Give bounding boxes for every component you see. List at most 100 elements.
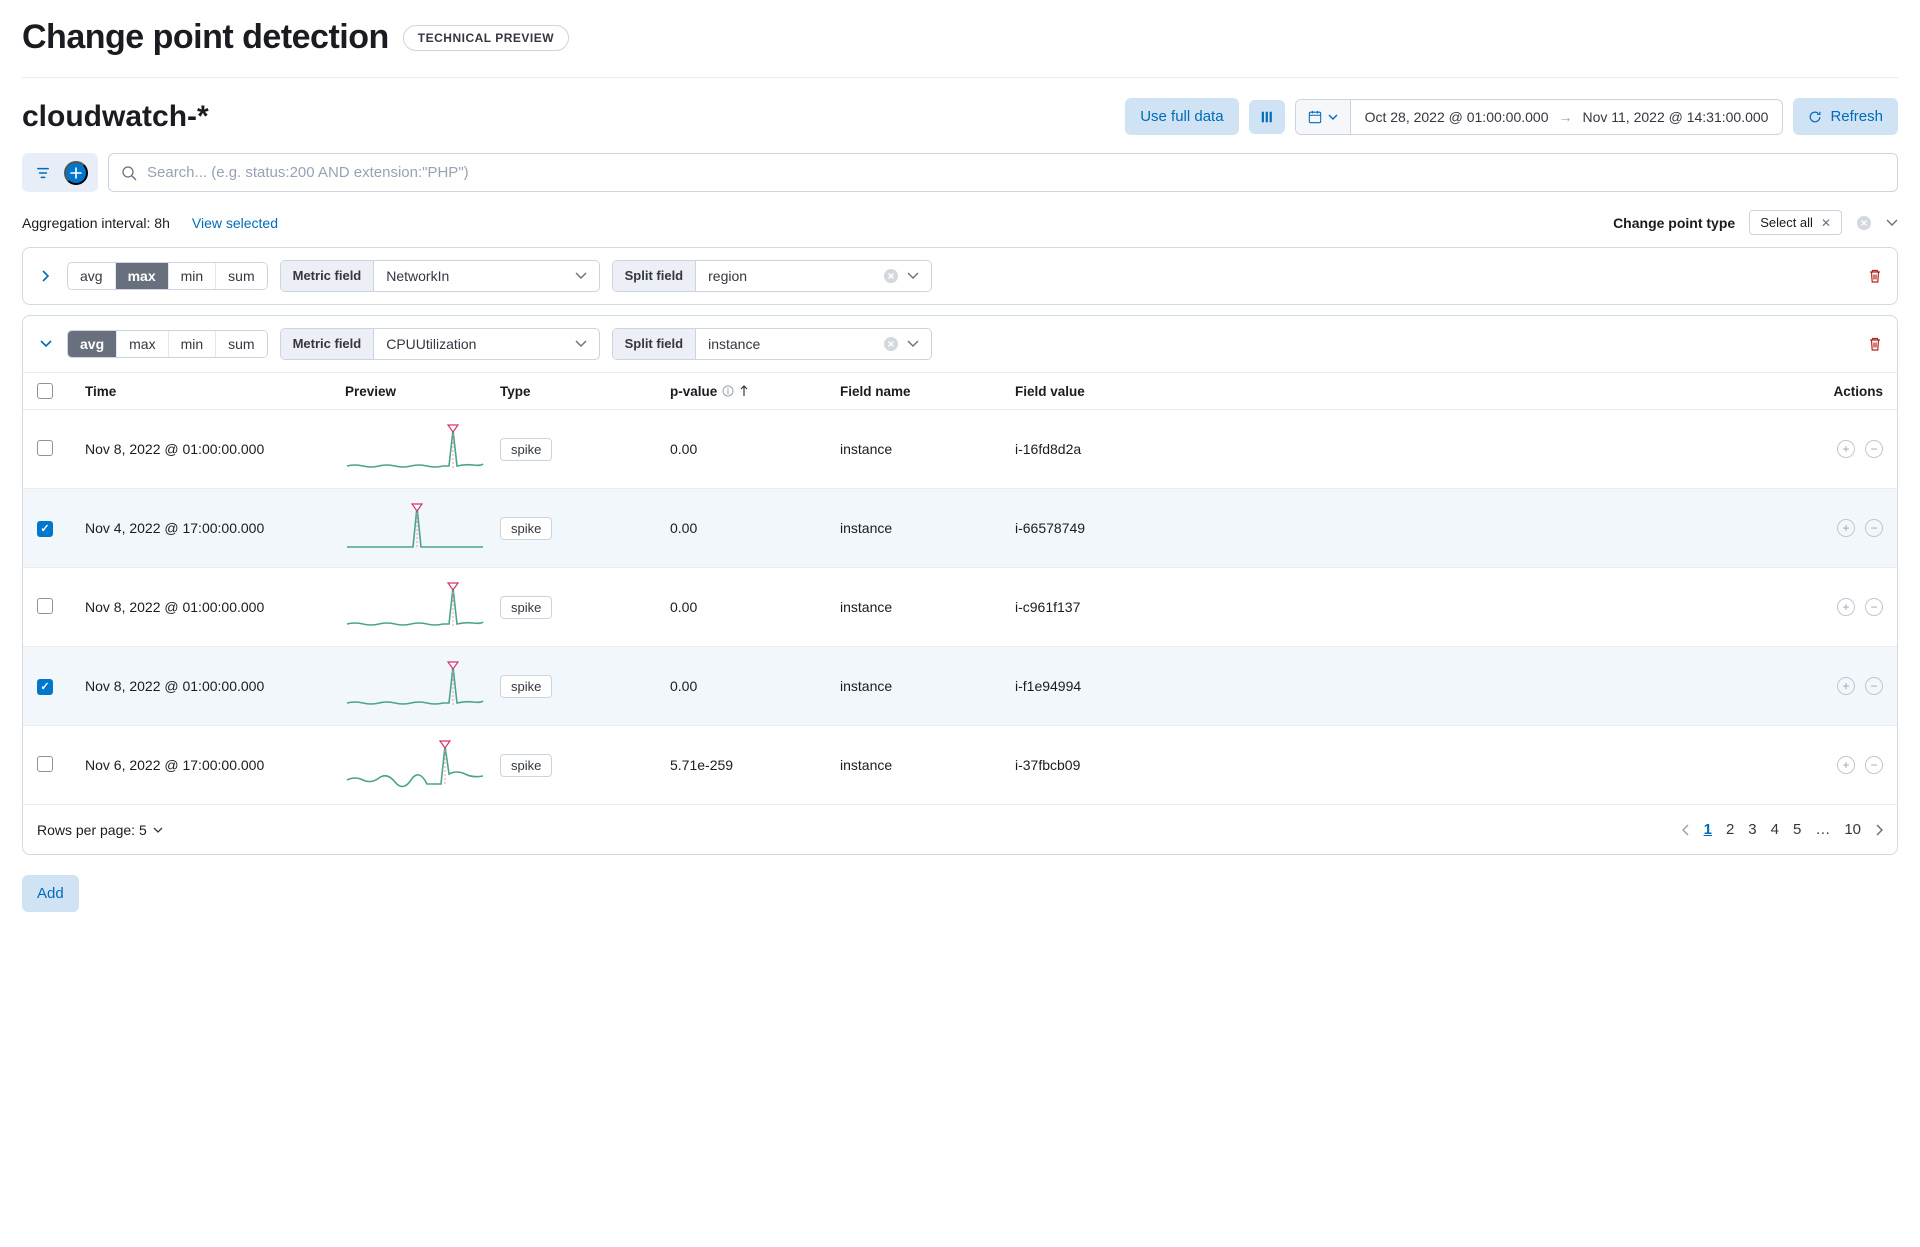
- arrow-right-icon: →: [1558, 109, 1572, 125]
- add-label: Add: [37, 885, 64, 902]
- toolbar: Use full data Oct 28, 2022 @ 01:00:00.00…: [1125, 98, 1898, 135]
- row-checkbox[interactable]: [37, 440, 53, 456]
- expand-button[interactable]: [37, 269, 55, 283]
- filter-out-button[interactable]: −: [1865, 756, 1883, 774]
- change-point-type-label: Change point type: [1613, 215, 1735, 231]
- split-field-combo[interactable]: Split field instance: [612, 328, 932, 360]
- cell-field-value: i-f1e94994: [1015, 678, 1783, 694]
- add-config-button[interactable]: Add: [22, 875, 79, 912]
- page-4[interactable]: 4: [1771, 821, 1779, 838]
- metric-field-label: Metric field: [281, 261, 375, 291]
- filter-out-button[interactable]: −: [1865, 598, 1883, 616]
- filter-out-button[interactable]: −: [1865, 519, 1883, 537]
- next-page-button[interactable]: [1875, 824, 1883, 836]
- chevron-down-icon: [575, 272, 587, 280]
- clear-all-icon[interactable]: [1856, 215, 1872, 231]
- collapse-button[interactable]: [37, 339, 55, 349]
- cell-type: spike: [500, 517, 670, 540]
- select-all-chip[interactable]: Select all ✕: [1749, 210, 1842, 235]
- agg-option-avg[interactable]: avg: [68, 263, 115, 289]
- cell-type: spike: [500, 596, 670, 619]
- cell-actions: + −: [1783, 598, 1883, 616]
- cell-time: Nov 4, 2022 @ 17:00:00.000: [85, 520, 345, 536]
- config-row-2: avgmaxminsum Metric field CPUUtilization…: [23, 316, 1897, 373]
- config-row-1: avgmaxminsum Metric field NetworkIn Spli…: [23, 248, 1897, 304]
- metric-field-label: Metric field: [281, 329, 375, 359]
- close-icon[interactable]: ✕: [1821, 216, 1831, 230]
- filter-in-button[interactable]: +: [1837, 677, 1855, 695]
- select-all-checkbox[interactable]: [37, 383, 53, 399]
- view-selected-link[interactable]: View selected: [192, 215, 278, 231]
- agg-option-max[interactable]: max: [115, 263, 168, 289]
- clear-split-icon[interactable]: [883, 336, 899, 352]
- split-field-combo[interactable]: Split field region: [612, 260, 932, 292]
- select-all-chip-label: Select all: [1760, 215, 1813, 230]
- col-preview[interactable]: Preview: [345, 383, 500, 399]
- filter-in-button[interactable]: +: [1837, 598, 1855, 616]
- technical-preview-badge: TECHNICAL PREVIEW: [403, 25, 569, 51]
- agg-option-sum[interactable]: sum: [215, 331, 266, 357]
- aggregation-interval-label: Aggregation interval: 8h: [22, 215, 170, 231]
- date-range-display[interactable]: Oct 28, 2022 @ 01:00:00.000 → Nov 11, 20…: [1351, 100, 1783, 134]
- row-checkbox[interactable]: [37, 679, 53, 695]
- sparkline-preview: [345, 740, 485, 790]
- page-2[interactable]: 2: [1726, 821, 1734, 838]
- filter-out-button[interactable]: −: [1865, 677, 1883, 695]
- col-field-value[interactable]: Field value: [1015, 383, 1783, 399]
- cell-preview: [345, 424, 500, 474]
- aggregation-selector[interactable]: avgmaxminsum: [67, 330, 268, 358]
- agg-option-min[interactable]: min: [168, 263, 216, 289]
- chevron-down-icon: [907, 272, 919, 280]
- calendar-button[interactable]: [1296, 100, 1351, 134]
- page-5[interactable]: 5: [1793, 821, 1801, 838]
- metric-field-combo[interactable]: Metric field CPUUtilization: [280, 328, 600, 360]
- use-full-data-button[interactable]: Use full data: [1125, 98, 1238, 135]
- page-10[interactable]: 10: [1844, 821, 1861, 838]
- sparkline-preview: [345, 424, 485, 474]
- agg-option-min[interactable]: min: [168, 331, 216, 357]
- type-badge: spike: [500, 754, 552, 777]
- col-type[interactable]: Type: [500, 383, 670, 399]
- cell-field-name: instance: [840, 599, 1015, 615]
- add-filter-button[interactable]: [64, 161, 88, 185]
- chevron-right-icon: [1875, 824, 1883, 836]
- row-checkbox[interactable]: [37, 756, 53, 772]
- cell-field-name: instance: [840, 441, 1015, 457]
- delete-config-button[interactable]: [1867, 268, 1883, 284]
- agg-option-avg[interactable]: avg: [68, 331, 116, 357]
- delete-config-button[interactable]: [1867, 336, 1883, 352]
- rows-per-page-selector[interactable]: Rows per page: 5: [37, 822, 163, 838]
- filter-in-button[interactable]: +: [1837, 519, 1855, 537]
- refresh-button[interactable]: Refresh: [1793, 98, 1898, 135]
- clear-split-icon[interactable]: [883, 268, 899, 284]
- page-header: Change point detection TECHNICAL PREVIEW: [22, 12, 1898, 78]
- rows-per-page-label: Rows per page: 5: [37, 822, 147, 838]
- filter-menu-button[interactable]: [22, 153, 64, 192]
- page-1[interactable]: 1: [1704, 821, 1712, 838]
- row-checkbox[interactable]: [37, 521, 53, 537]
- metric-field-combo[interactable]: Metric field NetworkIn: [280, 260, 600, 292]
- aggregation-selector[interactable]: avgmaxminsum: [67, 262, 268, 290]
- col-time[interactable]: Time: [85, 383, 345, 399]
- search-input[interactable]: [147, 154, 1885, 191]
- cell-preview: [345, 661, 500, 711]
- cell-time: Nov 8, 2022 @ 01:00:00.000: [85, 678, 345, 694]
- col-actions: Actions: [1783, 383, 1883, 399]
- filter-in-button[interactable]: +: [1837, 440, 1855, 458]
- chevron-down-icon[interactable]: [1886, 219, 1898, 227]
- filter-in-button[interactable]: +: [1837, 756, 1855, 774]
- prev-page-button[interactable]: [1682, 824, 1690, 836]
- col-field-name[interactable]: Field name: [840, 383, 1015, 399]
- agg-option-max[interactable]: max: [116, 331, 167, 357]
- chart-density-button[interactable]: [1249, 100, 1285, 134]
- row-checkbox[interactable]: [37, 598, 53, 614]
- cell-preview: [345, 503, 500, 553]
- trash-icon: [1867, 336, 1883, 352]
- date-range-picker[interactable]: Oct 28, 2022 @ 01:00:00.000 → Nov 11, 20…: [1295, 99, 1784, 135]
- table-row: Nov 8, 2022 @ 01:00:00.000 spike 0.00 in…: [23, 410, 1897, 489]
- agg-option-sum[interactable]: sum: [215, 263, 266, 289]
- page-3[interactable]: 3: [1748, 821, 1756, 838]
- filter-out-button[interactable]: −: [1865, 440, 1883, 458]
- subheader: cloudwatch-* Use full data Oct 28, 2022 …: [22, 78, 1898, 153]
- col-pvalue[interactable]: p-value i: [670, 383, 840, 399]
